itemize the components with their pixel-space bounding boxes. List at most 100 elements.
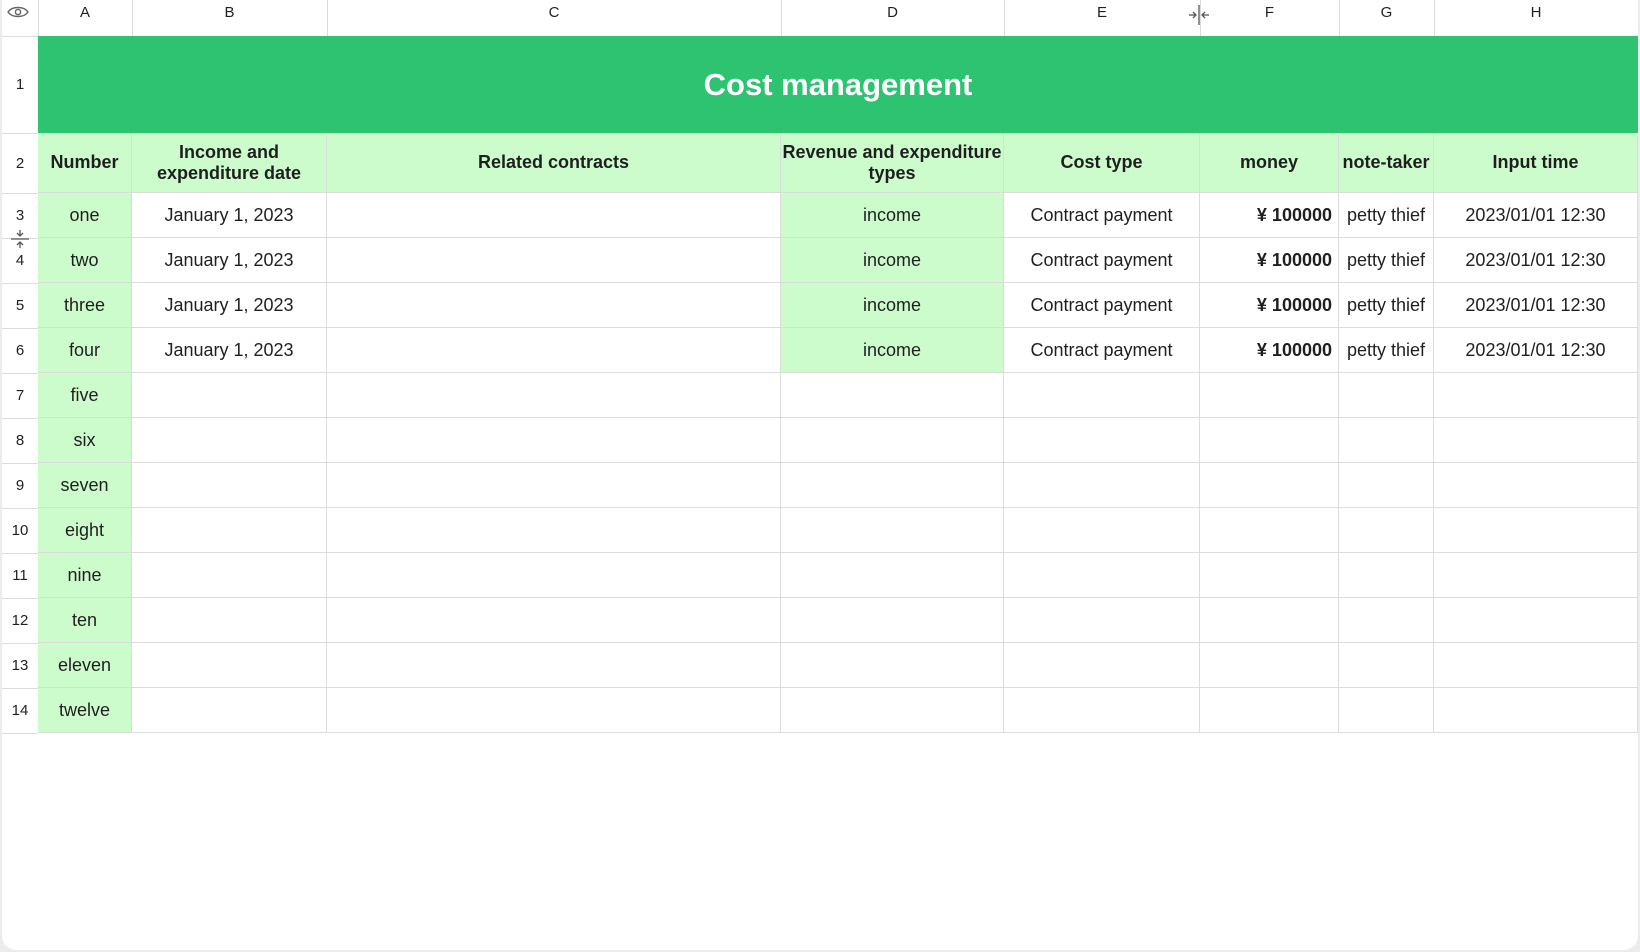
table-cell[interactable]: [1339, 418, 1434, 463]
table-cell[interactable]: January 1, 2023: [132, 238, 327, 283]
table-cell[interactable]: [327, 688, 781, 733]
table-cell[interactable]: ¥ 100000: [1200, 328, 1339, 373]
table-cell[interactable]: [1339, 688, 1434, 733]
table-cell[interactable]: petty thief: [1339, 238, 1434, 283]
table-cell[interactable]: [1434, 688, 1638, 733]
table-cell[interactable]: ¥ 100000: [1200, 283, 1339, 328]
column-header-a[interactable]: A: [38, 0, 132, 24]
column-header-h[interactable]: H: [1434, 0, 1638, 24]
table-cell[interactable]: [1200, 643, 1339, 688]
table-cell[interactable]: [1200, 373, 1339, 418]
table-cell[interactable]: [327, 598, 781, 643]
table-cell[interactable]: [1339, 598, 1434, 643]
table-cell[interactable]: [1200, 463, 1339, 508]
table-cell[interactable]: [1339, 463, 1434, 508]
table-cell[interactable]: [1434, 373, 1638, 418]
table-cell[interactable]: [132, 373, 327, 418]
table-cell[interactable]: [327, 643, 781, 688]
table-cell[interactable]: [781, 463, 1004, 508]
column-label-6[interactable]: money: [1200, 133, 1339, 193]
table-cell[interactable]: January 1, 2023: [132, 328, 327, 373]
table-cell[interactable]: income: [781, 193, 1004, 238]
table-cell[interactable]: 2023/01/01 12:30: [1434, 283, 1638, 328]
column-resize-icon[interactable]: [1187, 3, 1211, 32]
column-label-8[interactable]: Input time: [1434, 133, 1638, 193]
table-cell[interactable]: [327, 193, 781, 238]
table-cell[interactable]: [327, 238, 781, 283]
table-cell[interactable]: [1434, 598, 1638, 643]
column-header-b[interactable]: B: [132, 0, 327, 24]
table-cell[interactable]: [327, 283, 781, 328]
table-cell[interactable]: income: [781, 283, 1004, 328]
spreadsheet[interactable]: A B C D E F G H 1 2 3 4 5 6 7 8 9 10 11 12 13 14 Cost manageme…: [2, 0, 1638, 950]
table-cell[interactable]: [1434, 643, 1638, 688]
table-cell[interactable]: Contract payment: [1004, 238, 1200, 283]
table-cell[interactable]: [1004, 643, 1200, 688]
table-cell[interactable]: [1004, 553, 1200, 598]
table-cell[interactable]: six: [38, 418, 132, 463]
table-cell[interactable]: [1004, 373, 1200, 418]
table-cell[interactable]: [1339, 643, 1434, 688]
row-header-1[interactable]: 1: [2, 36, 38, 133]
table-cell[interactable]: January 1, 2023: [132, 193, 327, 238]
table-cell[interactable]: [1200, 418, 1339, 463]
column-header-c[interactable]: C: [327, 0, 781, 24]
table-cell[interactable]: [132, 508, 327, 553]
row-header-6[interactable]: 6: [2, 328, 38, 373]
table-cell[interactable]: two: [38, 238, 132, 283]
column-label-4[interactable]: Revenue and expenditure types: [781, 133, 1004, 193]
column-label-5[interactable]: Cost type: [1004, 133, 1200, 193]
table-cell[interactable]: [132, 418, 327, 463]
table-cell[interactable]: January 1, 2023: [132, 283, 327, 328]
table-cell[interactable]: [1200, 508, 1339, 553]
row-header-2[interactable]: 2: [2, 133, 38, 193]
table-cell[interactable]: [132, 643, 327, 688]
column-label-1[interactable]: Number: [38, 133, 132, 193]
table-cell[interactable]: income: [781, 328, 1004, 373]
table-cell[interactable]: [781, 553, 1004, 598]
table-cell[interactable]: nine: [38, 553, 132, 598]
table-cell[interactable]: [1004, 688, 1200, 733]
table-cell[interactable]: [132, 553, 327, 598]
table-cell[interactable]: 2023/01/01 12:30: [1434, 328, 1638, 373]
table-cell[interactable]: [781, 643, 1004, 688]
table-cell[interactable]: [327, 553, 781, 598]
table-cell[interactable]: income: [781, 238, 1004, 283]
table-cell[interactable]: [327, 328, 781, 373]
table-cell[interactable]: [1004, 418, 1200, 463]
table-cell[interactable]: five: [38, 373, 132, 418]
column-header-d[interactable]: D: [781, 0, 1004, 24]
row-header-8[interactable]: 8: [2, 418, 38, 463]
table-cell[interactable]: seven: [38, 463, 132, 508]
table-cell[interactable]: [781, 598, 1004, 643]
row-header-7[interactable]: 7: [2, 373, 38, 418]
row-header-9[interactable]: 9: [2, 463, 38, 508]
table-cell[interactable]: ¥ 100000: [1200, 238, 1339, 283]
table-cell[interactable]: [1004, 598, 1200, 643]
row-header-5[interactable]: 5: [2, 283, 38, 328]
table-cell[interactable]: Contract payment: [1004, 328, 1200, 373]
row-header-14[interactable]: 14: [2, 688, 38, 733]
table-cell[interactable]: [132, 688, 327, 733]
table-cell[interactable]: [327, 373, 781, 418]
column-label-3[interactable]: Related contracts: [327, 133, 781, 193]
table-cell[interactable]: [1339, 373, 1434, 418]
table-cell[interactable]: [1339, 508, 1434, 553]
table-cell[interactable]: petty thief: [1339, 328, 1434, 373]
table-cell[interactable]: [1004, 508, 1200, 553]
table-cell[interactable]: four: [38, 328, 132, 373]
table-cell[interactable]: [1434, 508, 1638, 553]
table-cell[interactable]: [1200, 553, 1339, 598]
table-cell[interactable]: Contract payment: [1004, 193, 1200, 238]
row-header-11[interactable]: 11: [2, 553, 38, 598]
table-cell[interactable]: [781, 373, 1004, 418]
table-cell[interactable]: [132, 598, 327, 643]
table-cell[interactable]: [1434, 463, 1638, 508]
table-cell[interactable]: [327, 463, 781, 508]
column-header-g[interactable]: G: [1339, 0, 1434, 24]
table-cell[interactable]: petty thief: [1339, 193, 1434, 238]
table-cell[interactable]: [1200, 688, 1339, 733]
table-cell[interactable]: eight: [38, 508, 132, 553]
table-cell[interactable]: [1339, 553, 1434, 598]
table-cell[interactable]: [1434, 418, 1638, 463]
